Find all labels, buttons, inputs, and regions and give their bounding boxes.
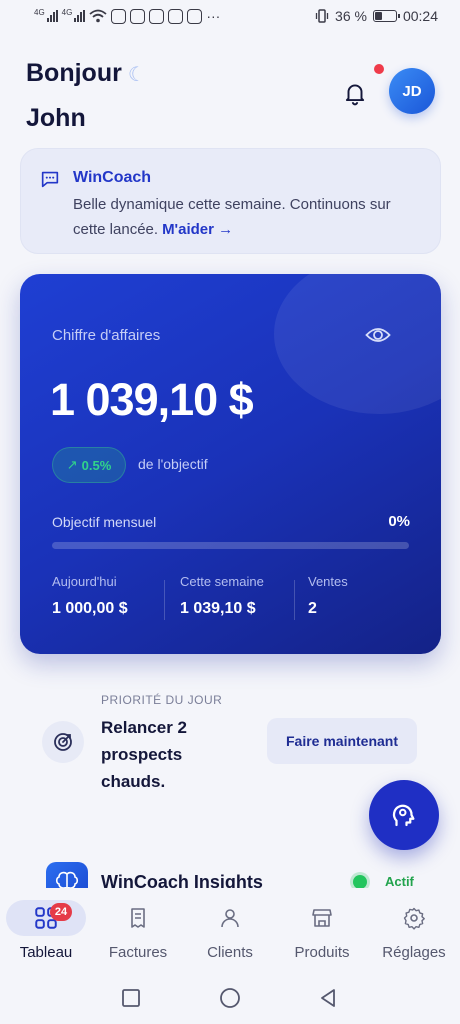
avatar[interactable]: JD xyxy=(389,68,435,114)
home-icon[interactable] xyxy=(218,986,242,1010)
wifi-icon xyxy=(89,9,107,23)
recents-icon[interactable] xyxy=(119,986,143,1010)
tab-icon-wrap xyxy=(190,900,270,936)
stat-sales: Ventes 2 xyxy=(308,574,348,618)
moon-icon: ☾ xyxy=(127,64,146,86)
tab-badge: 24 xyxy=(50,903,72,921)
priority-icon-wrap xyxy=(42,721,84,763)
sim-tag-2: 4G xyxy=(61,8,73,17)
stat-divider xyxy=(164,580,165,620)
sim-tag: 4G xyxy=(34,8,45,17)
battery-percent: 36 % xyxy=(335,8,367,24)
stat-value: 2 xyxy=(308,600,317,617)
revenue-card: Chiffre d'affaires 1 039,10 $ ↗ 0.5% de … xyxy=(20,274,441,654)
tab-icon-wrap xyxy=(98,900,178,936)
stat-label: Cette semaine xyxy=(180,574,264,589)
bottom-tab-bar: 24 Tableau Factures Clients Produits Rég… xyxy=(0,888,460,974)
active-status-dot xyxy=(353,875,367,889)
objective-progress-bar xyxy=(52,542,409,549)
wincoach-card: WinCoach Belle dynamique cette semaine. … xyxy=(20,148,441,254)
brain-head-icon xyxy=(392,804,415,827)
status-right: 36 % 00:24 xyxy=(315,8,438,24)
help-link[interactable]: M'aider → xyxy=(162,221,233,238)
user-icon xyxy=(221,909,239,928)
revenue-label: Chiffre d'affaires xyxy=(52,327,161,344)
tab-label: Réglages xyxy=(382,944,446,961)
decorative-circle xyxy=(274,274,441,414)
signal-icon-2 xyxy=(74,10,86,22)
greeting-hello: Bonjour xyxy=(26,59,122,87)
gear-icon xyxy=(403,907,425,930)
notification-dot xyxy=(374,64,384,74)
stat-value: 1 000,00 $ xyxy=(52,600,128,617)
active-status-label: Actif xyxy=(385,874,414,889)
objective-label: Objectif mensuel xyxy=(52,514,157,530)
target-icon xyxy=(54,733,72,751)
stat-today: Aujourd'hui 1 000,00 $ xyxy=(52,574,128,618)
app-notification-icon-2 xyxy=(130,8,146,24)
eye-icon[interactable] xyxy=(365,324,391,346)
tab-factures[interactable]: Factures xyxy=(92,888,184,974)
trend-up-icon: ↗ xyxy=(66,457,78,472)
tab-tableau[interactable]: 24 Tableau xyxy=(0,888,92,974)
tab-label: Produits xyxy=(294,944,350,961)
battery-icon xyxy=(372,10,400,22)
chat-icon xyxy=(41,171,59,188)
tab-label: Tableau xyxy=(19,944,73,961)
signal-icon xyxy=(46,10,58,22)
tab-icon-wrap: 24 xyxy=(6,900,86,936)
priority-text: Relancer 2 prospects chauds. xyxy=(101,718,187,791)
tab-produits[interactable]: Produits xyxy=(276,888,368,974)
trend-badge: ↗ 0.5% xyxy=(52,447,126,483)
priority-label: PRIORITÉ DU JOUR xyxy=(101,693,223,707)
do-now-button[interactable]: Faire maintenant xyxy=(267,718,417,764)
vibrate-icon xyxy=(315,9,329,23)
back-icon[interactable] xyxy=(316,986,340,1010)
tab-clients[interactable]: Clients xyxy=(184,888,276,974)
tab-icon-wrap xyxy=(374,900,454,936)
more-notifications: ··· xyxy=(206,8,221,24)
wincoach-message-block: Belle dynamique cette semaine. Continuon… xyxy=(73,192,418,242)
app-notification-icon-5 xyxy=(187,8,203,24)
bell-icon[interactable] xyxy=(342,80,368,106)
invoice-icon xyxy=(131,908,145,928)
stat-divider xyxy=(294,580,295,620)
wincoach-title: WinCoach xyxy=(73,169,152,186)
system-nav-bar xyxy=(0,974,460,1024)
tab-label: Factures xyxy=(108,944,168,961)
stat-label: Aujourd'hui xyxy=(52,574,117,589)
tab-reglages[interactable]: Réglages xyxy=(368,888,460,974)
revenue-stats: Aujourd'hui 1 000,00 $ Cette semaine 1 0… xyxy=(52,574,412,624)
greeting: Bonjour ☾ John xyxy=(26,52,146,140)
store-icon xyxy=(312,909,332,927)
clock: 00:24 xyxy=(402,8,438,24)
trend-suffix: de l'objectif xyxy=(138,456,208,472)
coach-fab-button[interactable] xyxy=(369,780,439,850)
app-notification-icon-4 xyxy=(168,8,184,24)
status-left: 4G 4G ··· xyxy=(34,8,220,24)
tab-icon-wrap xyxy=(282,900,362,936)
stat-label: Ventes xyxy=(308,574,348,589)
revenue-amount: 1 039,10 $ xyxy=(50,374,254,425)
app-notification-icon xyxy=(111,8,127,24)
objective-percent: 0% xyxy=(388,513,410,530)
stat-week: Cette semaine 1 039,10 $ xyxy=(180,574,264,618)
trend-value: 0.5% xyxy=(81,457,112,473)
tab-label: Clients xyxy=(207,944,253,961)
app-notification-icon-3 xyxy=(149,8,165,24)
stat-value: 1 039,10 $ xyxy=(180,600,256,617)
greeting-name: John xyxy=(26,104,86,132)
status-bar: 4G 4G ··· 36 % 00:24 xyxy=(0,0,460,32)
